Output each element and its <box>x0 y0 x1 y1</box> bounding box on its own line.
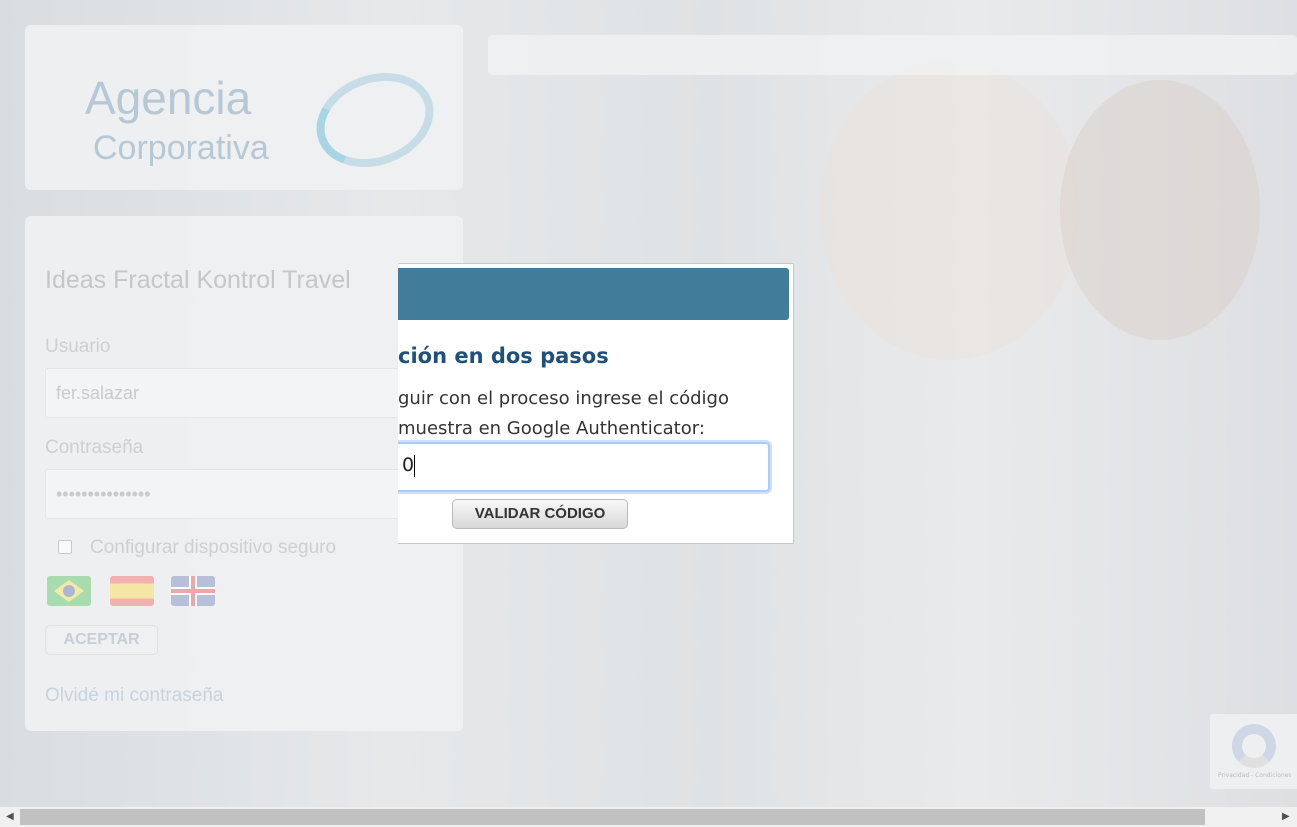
recaptcha-icon <box>1232 724 1276 768</box>
scroll-right-icon[interactable]: ▶ <box>1282 811 1290 822</box>
logo-panel: Agencia Corporativa <box>25 25 463 190</box>
secure-device-label: Configurar dispositivo seguro <box>90 537 337 558</box>
validate-code-button[interactable]: VALIDAR CÓDIGO <box>452 499 628 529</box>
dialog-instructions-line1: guir con el proceso ingrese el código <box>398 388 729 409</box>
scrollbar-thumb[interactable] <box>20 809 1205 825</box>
text-caret <box>414 454 416 477</box>
dialog-title: ción en dos pasos <box>398 344 609 368</box>
flag-uk-icon[interactable] <box>171 576 215 606</box>
flag-brazil-icon[interactable] <box>47 576 91 606</box>
login-title: Ideas Fractal Kontrol Travel <box>45 266 351 294</box>
forgot-password-link[interactable]: Olvidé mi contraseña <box>45 685 223 707</box>
background-photo-figure <box>1060 80 1260 340</box>
verification-code-input[interactable]: 0 <box>398 442 770 492</box>
flag-spain-icon[interactable] <box>110 576 154 606</box>
scroll-left-icon[interactable]: ◀ <box>6 811 14 822</box>
recaptcha-badge[interactable]: Privacidad - Condiciones <box>1210 714 1297 789</box>
background-photo <box>820 60 1080 360</box>
accept-button[interactable]: ACEPTAR <box>45 625 158 655</box>
code-value: 0 <box>402 454 415 476</box>
secure-device-checkbox[interactable] <box>58 540 72 554</box>
dialog-instructions-line2: muestra en Google Authenticator: <box>398 418 705 439</box>
logo-text-corporativa: Corporativa <box>93 129 269 167</box>
top-bar <box>488 35 1297 75</box>
horizontal-scrollbar[interactable]: ◀ ▶ <box>0 807 1297 827</box>
recaptcha-text[interactable]: Privacidad - Condiciones <box>1218 772 1292 779</box>
username-label: Usuario <box>45 336 111 357</box>
globe-logo-icon <box>303 57 447 183</box>
dialog-header <box>398 268 789 320</box>
logo-text-agencia: Agencia <box>85 72 252 124</box>
two-step-verification-dialog: ción en dos pasos guir con el proceso in… <box>398 263 794 544</box>
password-label: Contraseña <box>45 437 144 458</box>
